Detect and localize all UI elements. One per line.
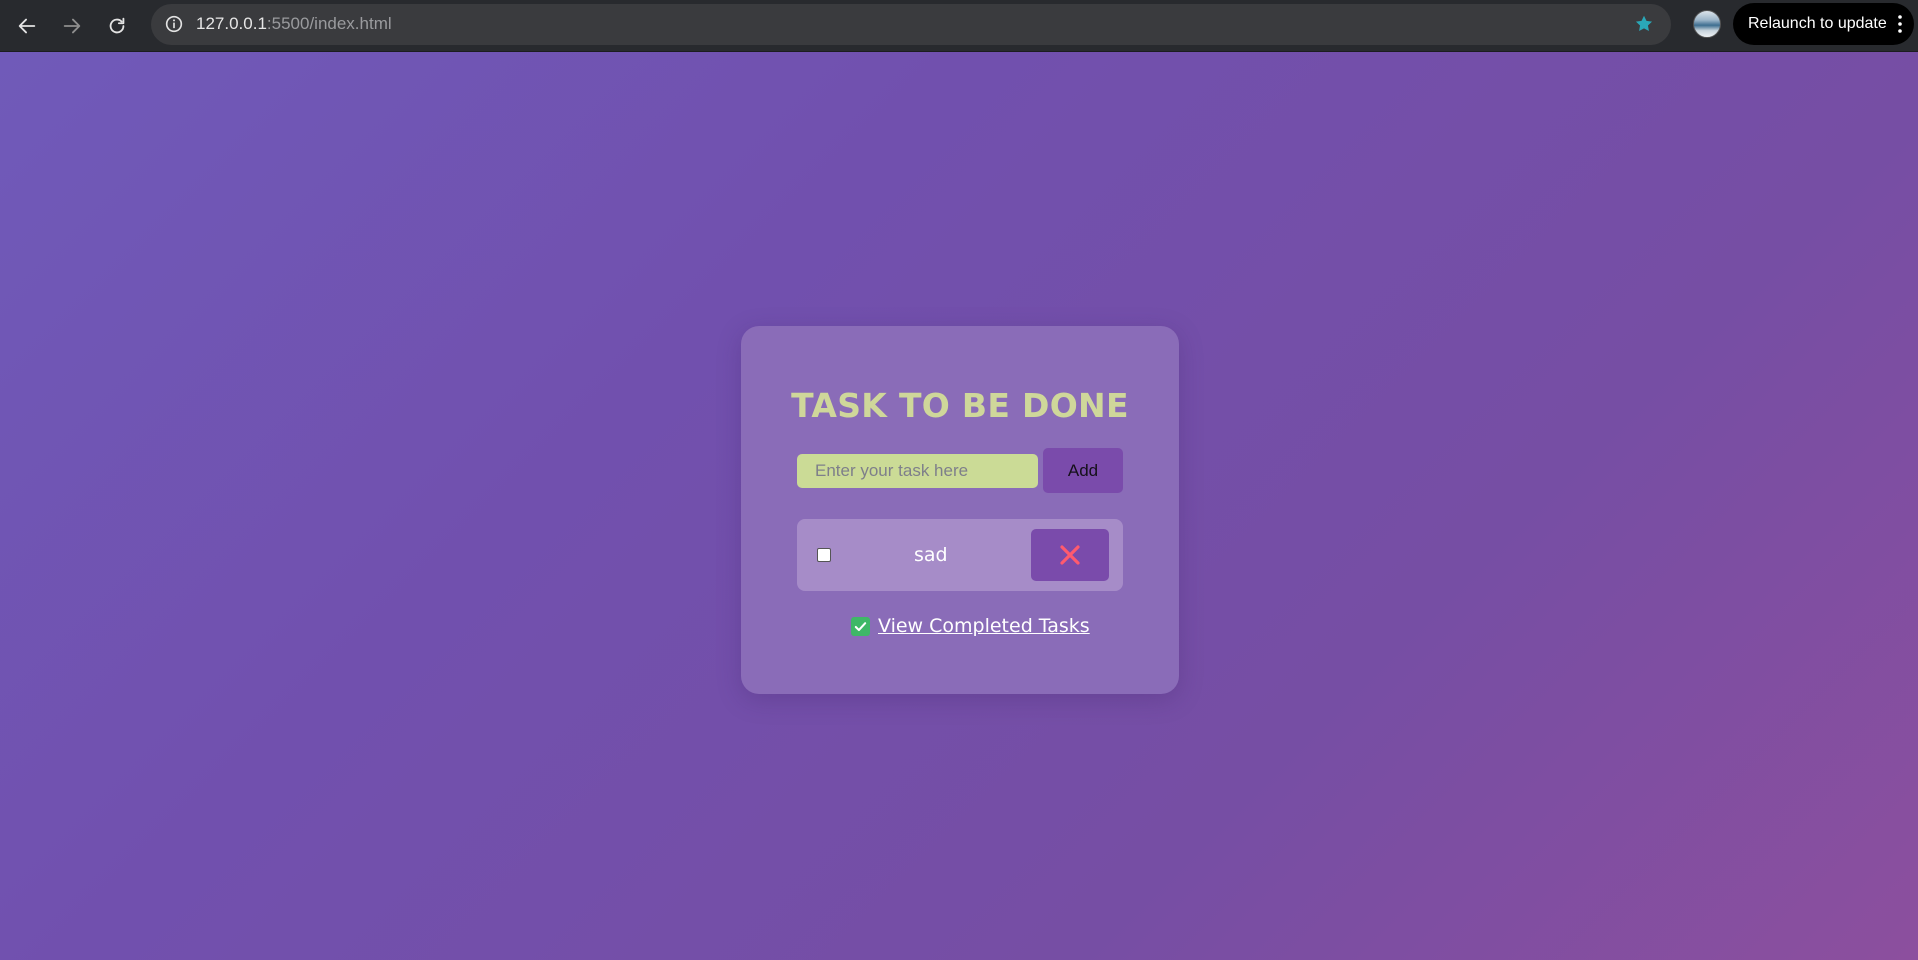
url-text[interactable]: 127.0.0.1:5500/index.html xyxy=(196,14,392,34)
arrow-left-icon xyxy=(18,18,36,34)
info-icon[interactable] xyxy=(163,13,185,35)
profile-avatar[interactable] xyxy=(1693,10,1721,38)
task-text: sad xyxy=(914,544,948,566)
url-host: 127.0.0.1 xyxy=(196,14,267,33)
address-bar[interactable]: 127.0.0.1:5500/index.html xyxy=(151,4,1671,45)
todo-card: TASK TO BE DONE Add sad View Completed T… xyxy=(741,326,1179,694)
arrow-right-icon xyxy=(63,18,81,34)
task-checkbox[interactable] xyxy=(817,548,831,562)
page-title: TASK TO BE DONE xyxy=(791,386,1129,425)
forward-button[interactable] xyxy=(55,9,89,43)
close-icon xyxy=(1060,545,1080,565)
bookmark-star-icon[interactable] xyxy=(1633,13,1655,35)
more-vert-icon xyxy=(1898,15,1902,33)
reload-button[interactable] xyxy=(100,9,134,43)
add-button[interactable]: Add xyxy=(1043,448,1123,493)
relaunch-label: Relaunch to update xyxy=(1748,15,1887,32)
relaunch-button[interactable]: Relaunch to update xyxy=(1733,3,1914,45)
view-completed-label: View Completed Tasks xyxy=(878,615,1090,637)
back-button[interactable] xyxy=(10,9,44,43)
delete-task-button[interactable] xyxy=(1031,529,1109,581)
view-completed-link[interactable]: View Completed Tasks xyxy=(846,615,1090,637)
page-background: TASK TO BE DONE Add sad View Completed T… xyxy=(0,52,1918,960)
check-mark-icon xyxy=(851,616,870,636)
task-input[interactable] xyxy=(797,454,1038,488)
browser-toolbar: 127.0.0.1:5500/index.html Relaunch to up… xyxy=(0,0,1918,52)
task-item: sad xyxy=(797,519,1123,591)
reload-icon xyxy=(109,17,125,34)
url-path: :5500/index.html xyxy=(266,14,392,33)
